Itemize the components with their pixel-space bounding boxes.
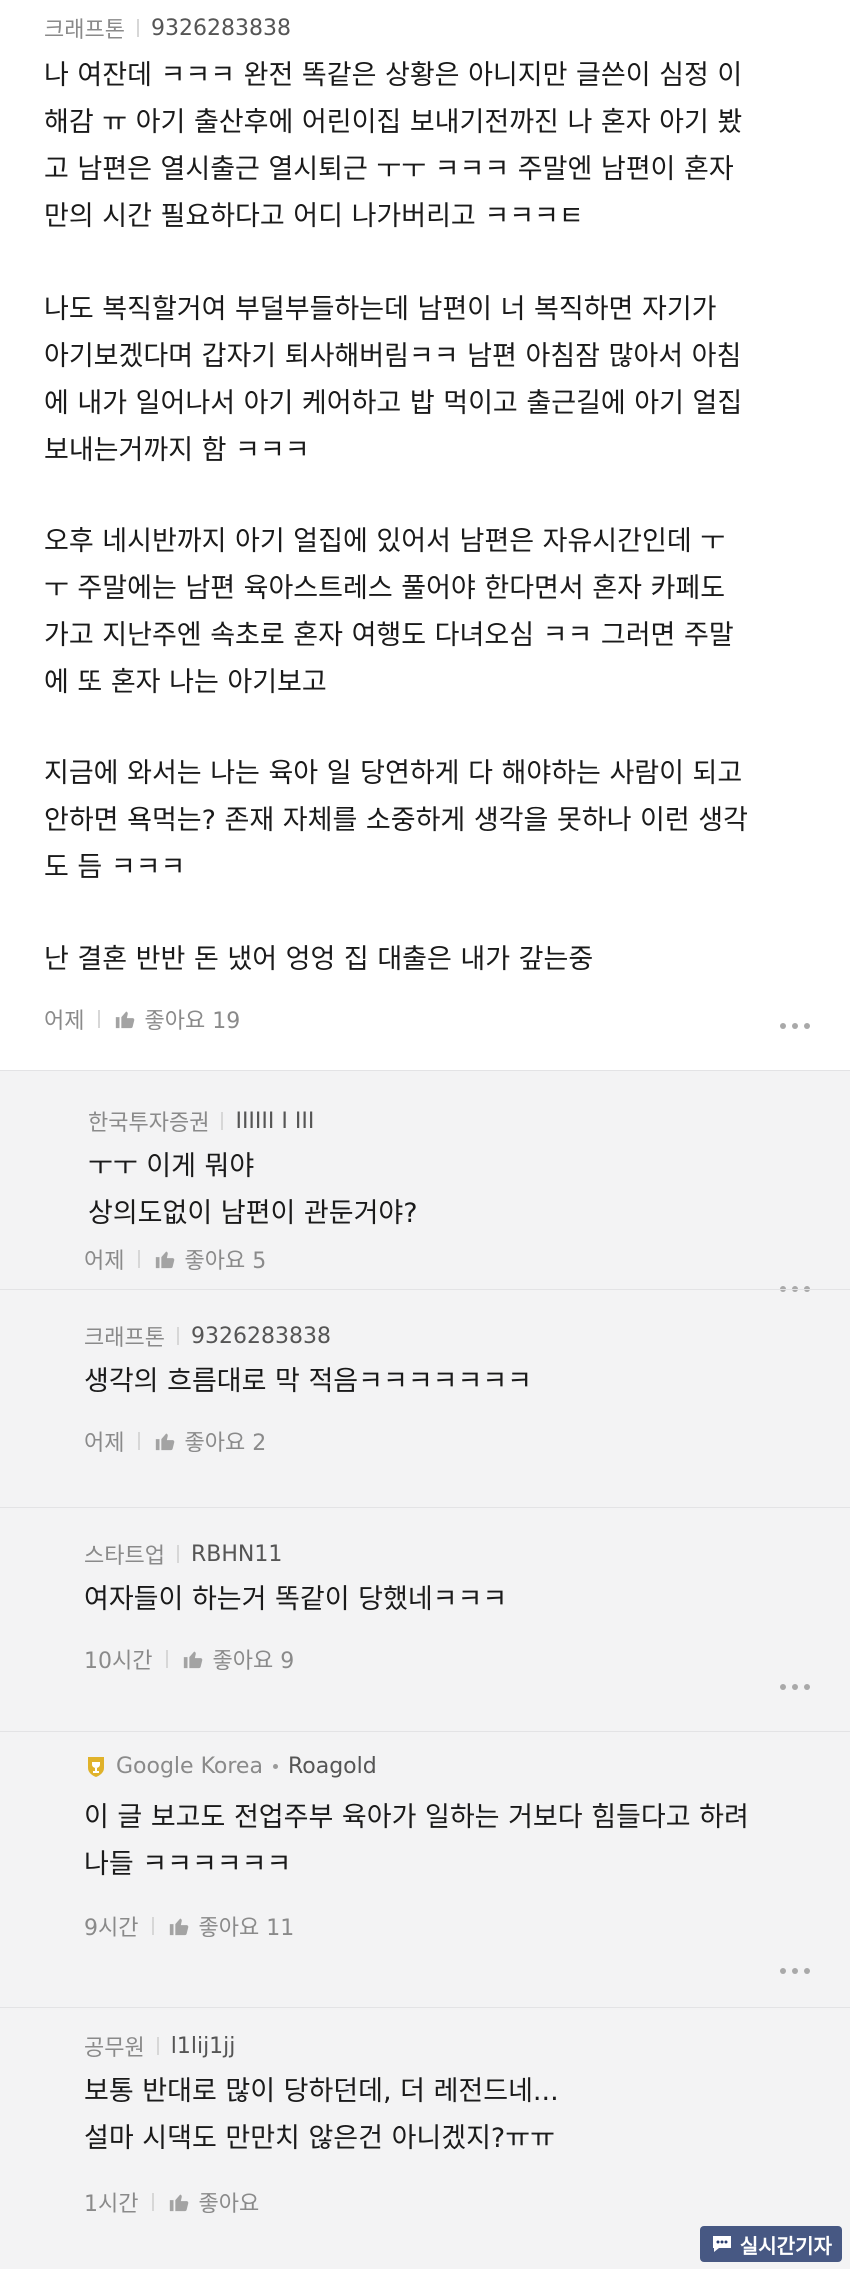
divider — [176, 1327, 179, 1345]
thumbs-up-icon — [156, 1251, 175, 1269]
comment-footer: 어제 좋아요 5 — [84, 1243, 266, 1275]
comment-footer: 1시간 좋아요 — [84, 2186, 259, 2218]
like-count: 좋아요 2 — [184, 1431, 267, 1456]
divider — [166, 1650, 169, 1668]
like-count: 좋아요 — [198, 2192, 260, 2217]
divider — [138, 1250, 141, 1268]
divider — [176, 1545, 179, 1563]
comment-footer: 어제 좋아요 2 — [84, 1425, 266, 1457]
main-comment: 크래프톤 9326283838 나 여잔데 ㅋㅋㅋ 완전 똑같은 상황은 아니지… — [0, 0, 850, 1070]
company-name: 스타트업 — [84, 1544, 165, 1569]
paragraph: 나도 복직할거여 부덜부들하는데 남편이 너 복직하면 자기가 아기보겠다며 갑… — [44, 294, 743, 466]
company-name: 공무원 — [84, 2036, 145, 2061]
company-name: 크래프톤 — [84, 1326, 165, 1351]
paragraph: 지금에 와서는 나는 육아 일 당연하게 다 해야하는 사람이 되고 안하면 욕… — [44, 758, 748, 883]
thumbs-up-icon — [156, 1433, 175, 1451]
timestamp: 1시간 — [84, 2192, 139, 2217]
paragraph: 난 결혼 반반 돈 냈어 엉엉 집 대출은 내가 갚는중 — [44, 944, 594, 975]
nickname[interactable]: l1lij1jj — [171, 2034, 236, 2059]
divider — [152, 1917, 155, 1935]
reply-item: Google Korea Roagold 이 글 보고도 전업주부 육아가 일하… — [0, 1731, 850, 2008]
like-count: 좋아요 19 — [144, 1009, 241, 1034]
like-button[interactable]: 좋아요 11 — [168, 1910, 294, 1942]
nickname[interactable]: 9326283838 — [191, 1324, 331, 1349]
reply-item: 한국투자증권 IIIIII I III ㅜㅜ 이게 뭐야 상의도없이 남편이 관… — [0, 1071, 850, 1292]
thumbs-up-icon — [170, 1918, 189, 1936]
reply-text: 보통 반대로 많이 당하던데, 더 레전드네... 설마 시댁도 만만치 않은건… — [84, 2076, 559, 2154]
like-button[interactable]: 좋아요 19 — [114, 1003, 240, 1035]
reply-text: ㅜㅜ 이게 뭐야 상의도없이 남편이 관둔거야? — [88, 1151, 418, 1229]
comment-header: 스타트업 RBHN11 — [84, 1538, 282, 1570]
reply-text: 이 글 보고도 전업주부 육아가 일하는 거보다 힘들다고 하려 나들 ㅋㅋㅋㅋ… — [84, 1802, 749, 1880]
thumbs-up-icon — [116, 1011, 135, 1029]
timestamp: 9시간 — [84, 1916, 139, 1941]
comment-footer: 9시간 좋아요 11 — [84, 1910, 294, 1942]
thumbs-up-icon — [170, 2194, 189, 2212]
like-button[interactable]: 좋아요 5 — [154, 1243, 266, 1275]
verified-badge-icon — [88, 1756, 104, 1777]
divider — [272, 1764, 278, 1769]
thumbs-up-icon — [184, 1651, 203, 1669]
comment-header: 크래프톤 9326283838 — [44, 12, 291, 44]
like-count: 좋아요 11 — [198, 1916, 295, 1941]
company-name: 한국투자증권 — [88, 1111, 210, 1136]
like-count: 좋아요 5 — [184, 1249, 267, 1274]
nickname[interactable]: Roagold — [288, 1754, 377, 1779]
divider — [138, 1432, 141, 1450]
nickname[interactable]: RBHN11 — [191, 1542, 282, 1567]
divider — [136, 19, 139, 37]
reply-text: 여자들이 하는거 똑같이 당했네ㅋㅋㅋ — [84, 1584, 508, 1615]
paragraph: 오후 네시반까지 아기 얼집에 있어서 남편은 자유시간인데 ㅜ ㅜ 주말에는 … — [44, 526, 734, 698]
company-name: Google Korea — [116, 1754, 263, 1779]
watermark: 실시간기자 — [700, 2226, 842, 2262]
comment-header: 크래프톤 9326283838 — [84, 1320, 331, 1352]
divider — [156, 2037, 159, 2055]
comment-footer: 10시간 좋아요 9 — [84, 1643, 294, 1675]
divider — [152, 2193, 155, 2211]
reply-item: 스타트업 RBHN11 여자들이 하는거 똑같이 당했네ㅋㅋㅋ 10시간 좋아요… — [0, 1507, 850, 1732]
timestamp: 어제 — [44, 1009, 85, 1034]
comment-footer: 어제 좋아요 19 — [44, 1003, 240, 1035]
reply-list: 한국투자증권 IIIIII I III ㅜㅜ 이게 뭐야 상의도없이 남편이 관… — [0, 1070, 850, 2269]
paragraph: 나 여잔데 ㅋㅋㅋ 완전 똑같은 상황은 아니지만 글쓴이 심정 이 해감 ㅠ … — [44, 60, 743, 232]
comment-header: Google Korea Roagold — [84, 1754, 377, 1779]
company-name: 크래프톤 — [44, 18, 125, 43]
timestamp: 어제 — [84, 1249, 125, 1274]
like-button[interactable]: 좋아요 9 — [182, 1643, 294, 1675]
chat-logo-icon — [713, 2236, 731, 2252]
comment-header: 한국투자증권 IIIIII I III — [88, 1105, 314, 1137]
like-button[interactable]: 좋아요 — [168, 2186, 259, 2218]
more-options-icon[interactable] — [780, 1684, 810, 1690]
nickname[interactable]: 9326283838 — [151, 16, 291, 41]
like-count: 좋아요 9 — [212, 1649, 295, 1674]
comment-header: 공무원 l1lij1jj — [84, 2030, 235, 2062]
more-options-icon[interactable] — [780, 1023, 810, 1029]
like-button[interactable]: 좋아요 2 — [154, 1425, 266, 1457]
divider — [98, 1010, 101, 1028]
timestamp: 어제 — [84, 1431, 125, 1456]
more-options-icon[interactable] — [780, 1968, 810, 1974]
reply-text: 생각의 흐름대로 막 적음ㅋㅋㅋㅋㅋㅋㅋ — [84, 1366, 533, 1397]
reply-item: 크래프톤 9326283838 생각의 흐름대로 막 적음ㅋㅋㅋㅋㅋㅋㅋ 어제 … — [0, 1289, 850, 1508]
divider — [221, 1112, 224, 1130]
timestamp: 10시간 — [84, 1649, 153, 1674]
nickname[interactable]: IIIIII I III — [235, 1109, 314, 1134]
watermark-text: 실시간기자 — [740, 2233, 832, 2258]
